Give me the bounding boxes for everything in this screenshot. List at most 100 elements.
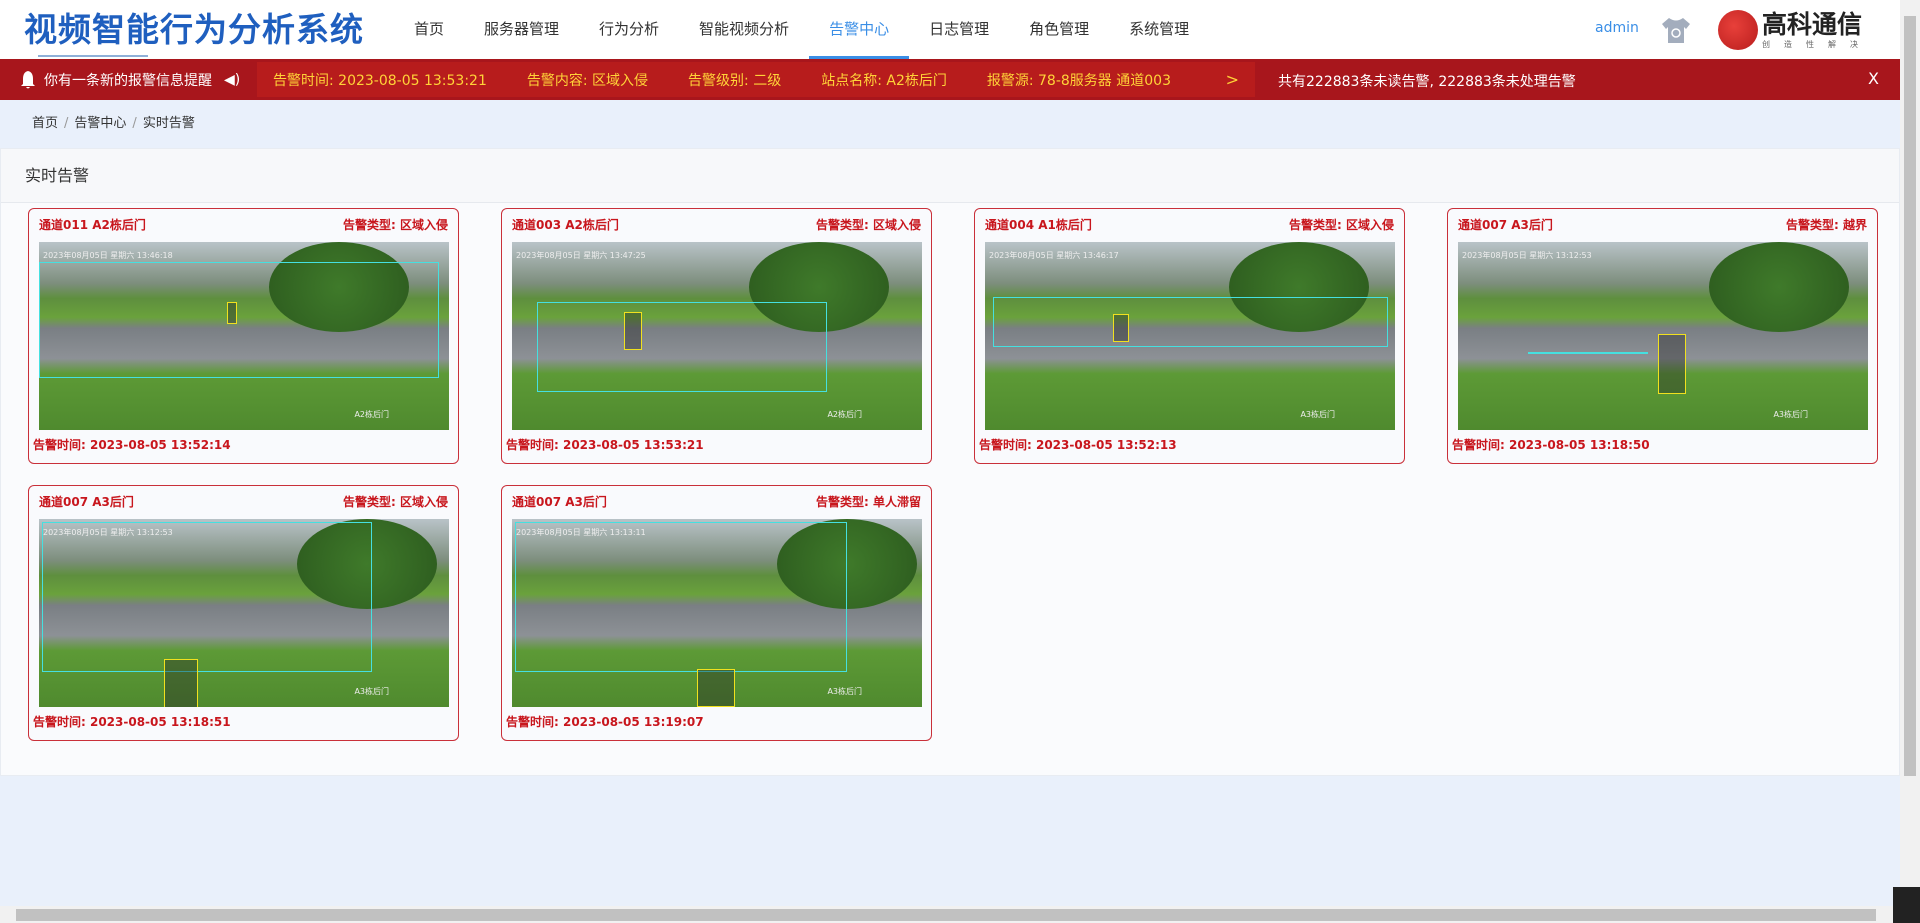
nav-item[interactable]: 日志管理 [909, 0, 1009, 59]
nav-item[interactable]: 服务器管理 [464, 0, 579, 59]
breadcrumb-home[interactable]: 首页 [32, 116, 58, 131]
card-alarm-time: 告警时间: 2023-08-05 13:19:07 [506, 715, 704, 729]
alert-bar: 你有一条新的报警信息提醒 ◀) 告警时间: 2023-08-05 13:53:2… [0, 59, 1900, 100]
card-channel: 通道007 A3后门 [1458, 218, 1553, 232]
alarm-snapshot[interactable]: 2023年08月05日 星期六 13:46:17 A3栋后门 [985, 242, 1395, 430]
person-detection-box [164, 659, 198, 707]
detection-zone [39, 262, 439, 378]
panel-title: 实时告警 [1, 149, 1899, 203]
alarm-snapshot[interactable]: 2023年08月05日 星期六 13:13:11 A3栋后门 [512, 519, 922, 707]
chevron-right-icon[interactable]: > [1226, 70, 1239, 89]
alarm-card[interactable]: 通道011 A2栋后门 告警类型: 区域入侵 2023年08月05日 星期六 13… [28, 208, 459, 464]
close-icon[interactable]: X [1868, 69, 1879, 88]
camera-site-label: A3栋后门 [1300, 410, 1335, 419]
detection-zone [1528, 352, 1648, 354]
person-detection-box [1658, 334, 1686, 394]
detection-zone [42, 522, 372, 672]
horizontal-scrollbar[interactable] [0, 906, 1900, 923]
person-detection-box [697, 669, 735, 707]
card-channel: 通道003 A2栋后门 [512, 218, 619, 232]
alarm-card[interactable]: 通道007 A3后门 告警类型: 单人滞留 2023年08月05日 星期六 13:… [501, 485, 932, 741]
logo-text: 高科通信 [1762, 9, 1863, 39]
detection-zone [993, 297, 1388, 347]
nav-item[interactable]: 角色管理 [1009, 0, 1109, 59]
card-channel: 通道004 A1栋后门 [985, 218, 1092, 232]
app-title: 视频智能行为分析系统 [24, 0, 379, 59]
camera-osd-time: 2023年08月05日 星期六 13:46:17 [989, 251, 1119, 260]
detection-zone [537, 302, 827, 392]
alert-source: 报警源: 78-8服务器 通道003 [986, 72, 1171, 89]
breadcrumb-separator: / [132, 116, 137, 131]
alert-content: 告警内容: 区域入侵 [526, 72, 649, 89]
camera-site-label: A3栋后门 [1773, 410, 1808, 419]
card-header: 通道011 A2栋后门 告警类型: 区域入侵 [39, 216, 448, 233]
alert-time: 告警时间: 2023-08-05 13:53:21 [273, 72, 487, 89]
alarm-card[interactable]: 通道007 A3后门 告警类型: 越界 2023年08月05日 星期六 13:12… [1447, 208, 1878, 464]
nav-item[interactable]: 告警中心 [809, 0, 910, 59]
camera-site-label: A2栋后门 [354, 410, 389, 419]
camera-osd-time: 2023年08月05日 星期六 13:12:53 [1462, 251, 1592, 260]
card-alarm-type: 告警类型: 越界 [1786, 218, 1867, 232]
card-alarm-time: 告警时间: 2023-08-05 13:18:50 [1452, 438, 1650, 452]
tree-shape [1709, 242, 1849, 332]
bell-icon [21, 70, 35, 88]
person-detection-box [624, 312, 642, 350]
logo-subtext: 创造性解决 [1762, 39, 1872, 49]
alarm-card[interactable]: 通道004 A1栋后门 告警类型: 区域入侵 2023年08月05日 星期六 13… [974, 208, 1405, 464]
flag-icon[interactable] [1893, 887, 1920, 923]
user-name[interactable]: admin [1595, 20, 1639, 36]
nav-item[interactable]: 系统管理 [1109, 0, 1209, 59]
person-detection-box [227, 302, 237, 324]
camera-osd-time: 2023年08月05日 星期六 13:46:18 [43, 251, 173, 260]
vertical-scroll-thumb[interactable] [1904, 16, 1916, 776]
alert-detail[interactable]: 告警时间: 2023-08-05 13:53:21 告警内容: 区域入侵 告警级… [257, 62, 1255, 97]
horizontal-scroll-thumb[interactable] [16, 909, 1876, 921]
top-header: 视频智能行为分析系统 首页 服务器管理 行为分析 智能视频分析 告警中心 日志管理 角色管理… [0, 0, 1900, 59]
alarm-card[interactable]: 通道003 A2栋后门 告警类型: 区域入侵 2023年08月05日 星期六 13… [501, 208, 932, 464]
card-channel: 通道007 A3后门 [39, 495, 134, 509]
camera-site-label: A3栋后门 [827, 687, 862, 696]
card-channel: 通道011 A2栋后门 [39, 218, 146, 232]
card-alarm-time: 告警时间: 2023-08-05 13:52:14 [33, 438, 231, 452]
card-alarm-type: 告警类型: 区域入侵 [343, 495, 448, 509]
theme-shirt-icon[interactable] [1660, 16, 1692, 44]
nav-item[interactable]: 首页 [394, 0, 464, 59]
breadcrumb: 首页 / 告警中心 / 实时告警 [32, 112, 195, 131]
alert-site: 站点名称: A2栋后门 [821, 72, 947, 89]
card-alarm-type: 告警类型: 区域入侵 [816, 218, 921, 232]
nav-item[interactable]: 智能视频分析 [679, 0, 809, 59]
alarm-card[interactable]: 通道007 A3后门 告警类型: 区域入侵 2023年08月05日 星期六 13:… [28, 485, 459, 741]
card-header: 通道007 A3后门 告警类型: 单人滞留 [512, 493, 921, 510]
main-nav: 首页 服务器管理 行为分析 智能视频分析 告警中心 日志管理 角色管理 系统管理 [394, 0, 1209, 59]
card-alarm-type: 告警类型: 单人滞留 [816, 495, 921, 509]
card-alarm-time: 告警时间: 2023-08-05 13:18:51 [33, 715, 231, 729]
detection-zone [515, 522, 847, 672]
card-alarm-time: 告警时间: 2023-08-05 13:52:13 [979, 438, 1177, 452]
person-detection-box [1113, 314, 1129, 342]
camera-osd-time: 2023年08月05日 星期六 13:13:11 [516, 528, 646, 537]
logo-mark-icon [1718, 10, 1758, 50]
alert-level: 告警级别: 二级 [688, 72, 782, 89]
card-alarm-time: 告警时间: 2023-08-05 13:53:21 [506, 438, 704, 452]
alarm-snapshot[interactable]: 2023年08月05日 星期六 13:46:18 A2栋后门 [39, 242, 449, 430]
realtime-alarm-panel: 实时告警 通道011 A2栋后门 告警类型: 区域入侵 2023年08月05日 星… [0, 148, 1900, 776]
camera-osd-time: 2023年08月05日 星期六 13:47:25 [516, 251, 646, 260]
alert-message: 你有一条新的报警信息提醒 [44, 72, 212, 89]
card-header: 通道003 A2栋后门 告警类型: 区域入侵 [512, 216, 921, 233]
breadcrumb-alarm-center[interactable]: 告警中心 [74, 116, 126, 131]
breadcrumb-current: 实时告警 [142, 116, 195, 131]
camera-osd-time: 2023年08月05日 星期六 13:12:53 [43, 528, 173, 537]
alarm-snapshot[interactable]: 2023年08月05日 星期六 13:12:53 A3栋后门 [39, 519, 449, 707]
card-alarm-type: 告警类型: 区域入侵 [1289, 218, 1394, 232]
card-alarm-type: 告警类型: 区域入侵 [343, 218, 448, 232]
breadcrumb-separator: / [64, 116, 69, 131]
nav-item[interactable]: 行为分析 [579, 0, 679, 59]
vertical-scrollbar[interactable] [1900, 0, 1920, 895]
card-header: 通道007 A3后门 告警类型: 区域入侵 [39, 493, 448, 510]
company-logo: 高科通信 创造性解决 [1718, 10, 1872, 50]
alert-summary[interactable]: 共有222883条未读告警, 222883条未处理告警 [1278, 71, 1576, 91]
speaker-icon[interactable]: ◀) [224, 72, 240, 88]
alarm-snapshot[interactable]: 2023年08月05日 星期六 13:47:25 A2栋后门 [512, 242, 922, 430]
card-header: 通道007 A3后门 告警类型: 越界 [1458, 216, 1867, 233]
alarm-snapshot[interactable]: 2023年08月05日 星期六 13:12:53 A3栋后门 [1458, 242, 1868, 430]
